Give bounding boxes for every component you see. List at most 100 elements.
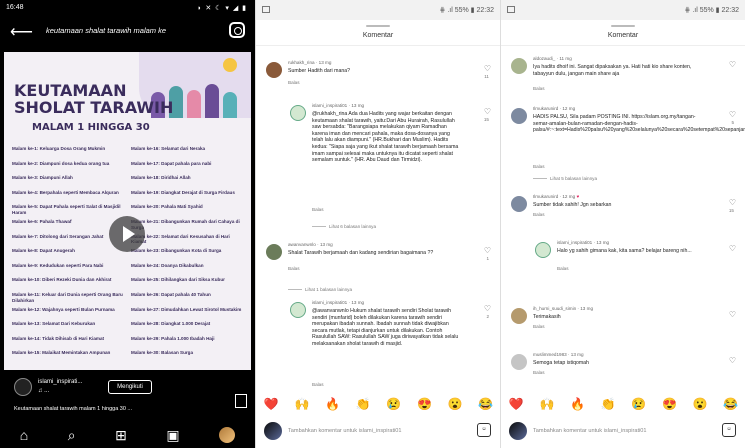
nights-list: Malam ke-1: Keluarga Dosa Orang Mukmin Ma… (12, 146, 244, 365)
comment-username[interactable]: aldozaudi_ (533, 56, 555, 61)
emoji-reaction-icon[interactable]: 🙌 (539, 397, 554, 411)
avatar[interactable] (535, 242, 551, 258)
comment-meta: islami_inspirati01 · 13 mg (312, 300, 365, 305)
reply-button[interactable]: Balas (312, 382, 324, 387)
comment-username[interactable]: islami_inspirati01 (557, 240, 592, 245)
emoji-reaction-icon[interactable]: 😮 (448, 397, 463, 411)
emoji-reaction-icon[interactable]: 😢 (631, 397, 646, 411)
reels-icon[interactable]: ▣ (166, 427, 179, 444)
emoji-reaction-icon[interactable]: ❤️ (264, 397, 279, 411)
avatar[interactable] (511, 58, 527, 74)
comment-time: 13 mg (319, 242, 333, 247)
comment-username[interactable]: islami_inspirati01 (312, 300, 347, 305)
avatar (264, 422, 282, 440)
emoji-reaction-icon[interactable]: 😮 (693, 397, 708, 411)
heart-icon[interactable]: ♡ (484, 304, 491, 313)
comment-text: Sumber Hadith dari mana? (288, 68, 350, 74)
comment-username[interactable]: rukhakh_rina (288, 60, 315, 65)
avatar[interactable] (511, 354, 527, 370)
view-more-replies[interactable]: Lihat 1 balasan lainnya (288, 287, 352, 292)
comment-username[interactable]: ih_hurni_suudi_simin (533, 306, 576, 311)
emoji-reaction-icon[interactable]: 👏 (356, 397, 371, 411)
comment-username[interactable]: muslimmed1983 (533, 352, 567, 357)
back-arrow-icon[interactable]: ⟵ (10, 22, 33, 42)
comment-meta: awanvanwnlo · 13 mg (288, 242, 333, 247)
heart-icon[interactable]: ♡ (729, 310, 736, 319)
camera-icon[interactable] (229, 22, 245, 38)
emoji-reaction-icon[interactable]: 😂 (478, 397, 493, 411)
reel-title: keutamaan shalat tarawih malam ke (46, 26, 167, 35)
comment-text: Shalat Tarawih berjamaah dan kadang send… (288, 250, 434, 256)
emoji-reaction-icon[interactable]: 😂 (723, 397, 738, 411)
comment-username[interactable]: Ilmukarunird (533, 194, 558, 199)
heart-icon[interactable]: ♡ (729, 198, 736, 207)
reply-button[interactable]: Balas (288, 266, 300, 271)
comment-input[interactable]: Tambahkan komentar untuk islami_inspirat… (288, 428, 402, 434)
comment-item: aldozaudi_ · 11 mg Iya hadits dhoif ini.… (501, 56, 745, 96)
reply-button[interactable]: Balas (533, 86, 545, 91)
reply-button[interactable]: Balas (533, 370, 545, 375)
heart-icon[interactable]: ♡ (484, 246, 491, 255)
comment-text: HADIS PALSU, Sila padam POSTING INI. htt… (533, 114, 745, 134)
night-item: Malam ke-15: Malaikat Memintakan Ampunan (12, 350, 111, 356)
comment-text: @rukhakh_rina Ada dua Hadits yang wajar … (312, 111, 459, 164)
heart-icon[interactable]: ♡ (729, 60, 736, 69)
reply-button[interactable]: Balas (533, 324, 545, 329)
gif-icon[interactable]: ☺ (477, 423, 491, 437)
reply-button[interactable]: Balas (557, 266, 569, 271)
avatar[interactable] (14, 378, 32, 396)
home-icon[interactable]: ⌂ (20, 427, 28, 443)
emoji-reaction-icon[interactable]: 😍 (662, 397, 677, 411)
reply-button[interactable]: Balas (288, 80, 300, 85)
heart-icon[interactable]: ♡ (484, 107, 491, 116)
night-item: Malam ke-4: Berpahala seperti Membaca Al… (12, 189, 119, 195)
profile-avatar-icon[interactable] (219, 427, 236, 443)
comment-input[interactable]: Tambahkan komentar untuk islami_inspirat… (533, 428, 647, 434)
add-post-icon[interactable]: ⊞ (115, 427, 127, 444)
author-username[interactable]: islami_inspirati... (38, 379, 82, 385)
comment-username[interactable]: islami_inspirati01 (312, 103, 347, 108)
comment-item: muslimmed1983 · 13 mg Semoga tetap istiq… (501, 352, 745, 382)
music-label[interactable]: ♫ ... (38, 388, 49, 394)
play-button[interactable] (109, 216, 145, 252)
comment-username[interactable]: Ilmukarunird (533, 106, 558, 111)
heart-icon[interactable]: ♡ (729, 244, 736, 253)
emoji-reaction-icon[interactable]: 🙌 (294, 397, 309, 411)
avatar[interactable] (266, 62, 282, 78)
comment-text: @awanvanwnlo Hukum shalat tarawih sendir… (312, 308, 459, 347)
heart-icon[interactable]: ♡ (729, 110, 736, 119)
reply-button[interactable]: Balas (312, 207, 324, 212)
comment-meta: aldozaudi_ · 11 mg (533, 56, 572, 61)
gif-icon[interactable]: ☺ (722, 423, 736, 437)
avatar[interactable] (290, 105, 306, 121)
emoji-reaction-icon[interactable]: 🔥 (325, 397, 340, 411)
comment-item: awanvanwnlo · 13 mg Shalat Tarawih berja… (256, 242, 500, 282)
reel-video[interactable]: KEUTAMAAN SHOLAT TARAWIH MALAM 1 HINGGA … (4, 52, 251, 370)
emoji-reaction-icon[interactable]: 🔥 (570, 397, 585, 411)
avatar[interactable] (511, 108, 527, 124)
emoji-reaction-icon[interactable]: 😍 (417, 397, 432, 411)
view-more-replies[interactable]: Lihat 6 balasan lainnya (312, 224, 376, 229)
heart-icon[interactable]: ♡ (729, 356, 736, 365)
emoji-reaction-icon[interactable]: 😢 (386, 397, 401, 411)
search-icon[interactable]: ⌕ (68, 427, 76, 444)
avatar[interactable] (511, 308, 527, 324)
quick-emoji-bar: ❤️ 🙌 🔥 👏 😢 😍 😮 😂 (256, 393, 500, 415)
comments-panel-2: ⋕ .ıl 55% ▮ 22:32 Komentar aldozaudi_ · … (500, 0, 745, 448)
reply-button[interactable]: Balas (533, 164, 545, 169)
reel-caption[interactable]: Keutamaan shalat tarawih malam 1 hingga … (14, 406, 132, 412)
save-icon[interactable] (235, 394, 247, 408)
emoji-reaction-icon[interactable]: 👏 (601, 397, 616, 411)
heart-icon[interactable]: ♡ (484, 64, 491, 73)
avatar[interactable] (511, 196, 527, 212)
comment-time: 13 mg (570, 352, 584, 357)
avatar[interactable] (290, 302, 306, 318)
comment-username[interactable]: awanvanwnlo (288, 242, 316, 247)
avatar[interactable] (266, 244, 282, 260)
emoji-reaction-icon[interactable]: ❤️ (509, 397, 524, 411)
reply-button[interactable]: Balas (533, 212, 545, 217)
view-more-replies[interactable]: Lihat 5 balasan lainnya (533, 176, 597, 181)
follow-button[interactable]: Mengikuti (108, 380, 152, 394)
comment-item: Ilmukarunird · 12 mg ♥ Sumber tidak sahi… (501, 194, 745, 228)
comment-input-bar: Tambahkan komentar untuk islami_inspirat… (501, 418, 745, 444)
